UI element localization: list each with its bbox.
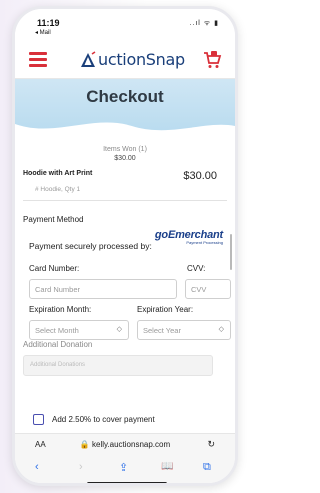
url-display[interactable]: 🔒 kelly.auctionsnap.com <box>15 440 235 449</box>
hamburger-menu-icon[interactable] <box>29 52 47 67</box>
back-to-mail-link[interactable]: ◂ Mail <box>35 29 51 36</box>
additional-donation-label: Additional Donation <box>23 340 93 349</box>
status-time: 11:19 <box>37 18 60 28</box>
divider <box>23 200 227 201</box>
expiration-year-value: Select Year <box>143 326 181 335</box>
expiration-year-select[interactable]: Select Year ◇ <box>137 320 231 340</box>
cover-fee-label: Add 2.50% to cover payment <box>52 415 155 424</box>
expiration-month-select[interactable]: Select Month ◇ <box>29 320 129 340</box>
cvv-label: CVV: <box>187 264 206 273</box>
additional-donation-input[interactable]: Additional Donations <box>23 355 213 376</box>
cover-fee-row[interactable]: Add 2.50% to cover payment <box>33 414 155 425</box>
items-won-label: Items Won (1) <box>103 146 147 153</box>
tabs-icon[interactable]: ⧉ <box>203 461 211 474</box>
expiration-month-label: Expiration Month: <box>29 305 92 314</box>
secure-processing-text: Payment securely processed by: <box>29 241 152 251</box>
home-indicator <box>87 482 167 483</box>
item-price: $30.00 <box>183 170 217 182</box>
bookmarks-icon[interactable]: 📖 <box>161 461 173 472</box>
scrollbar[interactable] <box>230 234 232 270</box>
merchant-logo: goEmerchant Payment Processing <box>155 229 223 245</box>
reload-icon[interactable]: ↻ <box>207 439 215 450</box>
cart-icon[interactable] <box>202 50 222 70</box>
cover-fee-checkbox[interactable] <box>33 414 44 425</box>
cvv-input[interactable]: CVV <box>185 279 231 299</box>
status-bar: 11:19 ◂ Mail ..ıl ᯤ ▮ <box>15 9 235 41</box>
page-title: Checkout <box>86 87 164 106</box>
expiration-month-value: Select Month <box>35 326 79 335</box>
payment-method-label: Payment Method <box>23 215 84 224</box>
banner-wave <box>15 122 235 136</box>
safari-address-bar[interactable]: AA 🔒 kelly.auctionsnap.com ↻ <box>15 433 235 455</box>
item-detail: # Hoodie, Qty 1 <box>35 186 81 193</box>
forward-icon[interactable]: › <box>79 461 83 473</box>
back-icon[interactable]: ‹ <box>35 461 39 473</box>
item-name: Hoodie with Art Print <box>23 170 93 177</box>
checkout-banner: Checkout <box>15 79 235 136</box>
share-icon[interactable]: ⇪ <box>119 461 128 474</box>
logo-text: uctionSnap <box>98 50 185 69</box>
status-icons: ..ıl ᯤ ▮ <box>189 20 219 27</box>
card-number-label: Card Number: <box>29 264 80 273</box>
card-number-input[interactable]: Card Number <box>29 279 177 299</box>
safari-toolbar: ‹ › ⇪ 📖 ⧉ <box>15 455 235 483</box>
auctionsnap-logo[interactable]: uctionSnap <box>79 50 185 69</box>
expiration-year-label: Expiration Year: <box>137 305 194 314</box>
phone-frame: 11:19 ◂ Mail ..ıl ᯤ ▮ uctionSnap Checkou… <box>12 6 238 486</box>
select-arrow-icon: ◇ <box>218 326 224 333</box>
app-header: uctionSnap <box>15 41 235 79</box>
select-arrow-icon: ◇ <box>116 326 122 333</box>
logo-mark-icon <box>79 50 97 69</box>
items-won-total: $30.00 <box>114 155 136 162</box>
